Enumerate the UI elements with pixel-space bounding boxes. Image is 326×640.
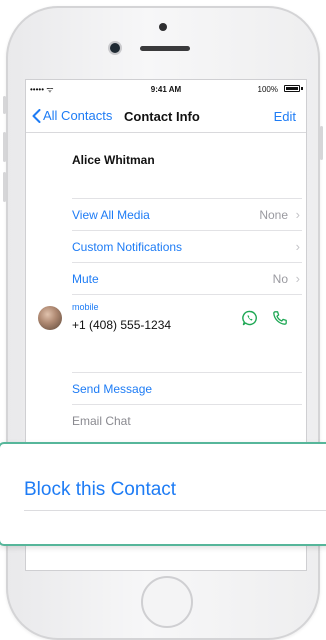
edit-button[interactable]: Edit [274, 109, 296, 124]
row-label: View All Media [72, 208, 150, 222]
battery-percent: 100% [257, 85, 278, 94]
send-message-label: Send Message [72, 382, 153, 396]
block-contact-callout[interactable]: Block this Contact [0, 442, 326, 546]
phone-icon[interactable] [272, 310, 288, 326]
power-button [320, 126, 323, 160]
chevron-right-icon: › [295, 239, 300, 254]
whatsapp-icon[interactable] [242, 310, 258, 326]
row-value: No [272, 272, 288, 286]
avatar [38, 306, 62, 330]
volume-down-button [3, 172, 6, 202]
mute-row[interactable]: Mute No › [72, 262, 302, 295]
row-divider [72, 294, 302, 295]
row-label: Custom Notifications [72, 240, 183, 254]
row-label: Mute [72, 272, 99, 286]
view-all-media-row[interactable]: View All Media None › [72, 198, 302, 231]
back-button[interactable]: All Contacts [32, 108, 112, 123]
custom-notifications-row[interactable]: Custom Notifications › [72, 230, 302, 263]
battery-tip [301, 87, 303, 90]
battery-icon [284, 85, 300, 92]
front-sensor [159, 23, 167, 31]
navigation-bar: All Contacts Contact Info Edit [26, 102, 306, 133]
chevron-right-icon: › [295, 271, 300, 286]
block-contact-label: Block this Contact [24, 479, 177, 500]
mute-switch [3, 96, 6, 114]
back-label: All Contacts [43, 108, 113, 123]
page-title: Contact Info [124, 109, 200, 124]
row-value: None [259, 208, 288, 222]
email-chat-row[interactable]: Email Chat [72, 404, 302, 437]
home-button[interactable] [141, 576, 193, 628]
chevron-right-icon: › [295, 207, 300, 222]
contact-name: Alice Whitman [72, 153, 155, 167]
status-bar: ••••• ᯤ 9:41 AM 100% [26, 80, 306, 98]
phone-type-label: mobile [72, 302, 99, 312]
front-camera [110, 43, 120, 53]
chevron-left-icon [32, 108, 41, 123]
email-chat-label: Email Chat [72, 414, 131, 428]
callout-divider [24, 510, 326, 511]
phone-number[interactable]: +1 (408) 555-1234 [72, 318, 171, 332]
earpiece-speaker [140, 46, 190, 51]
volume-up-button [3, 132, 6, 162]
send-message-row[interactable]: Send Message [72, 372, 302, 405]
